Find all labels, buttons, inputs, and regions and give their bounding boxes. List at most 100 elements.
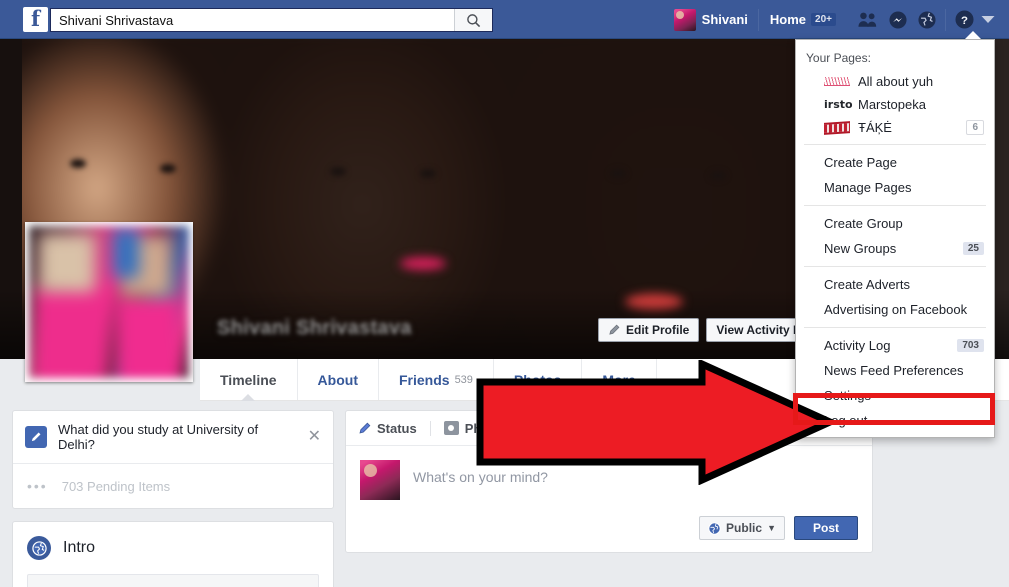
avatar (673, 8, 696, 31)
tab-friends-count: 539 (454, 373, 473, 386)
post-button[interactable]: Post (793, 516, 858, 540)
menu-item-new-groups[interactable]: New Groups 25 (796, 236, 994, 261)
composer-tab-photo-video[interactable]: Photo / Video (429, 420, 561, 436)
menu-item-label: Create Adverts (824, 277, 910, 292)
nav-help-and-account: ? (955, 10, 1001, 29)
globe-icon (708, 521, 721, 535)
home-badge: 20+ (811, 13, 836, 26)
svg-text:?: ? (961, 15, 968, 27)
pencil-square-icon (25, 426, 47, 448)
menu-item-label: Activity Log (824, 338, 891, 353)
page-name: ŦÁĶĖ (858, 120, 892, 135)
your-pages-label: Your Pages: (806, 51, 871, 65)
tab-timeline[interactable]: Timeline (200, 359, 298, 401)
search-icon[interactable] (454, 9, 492, 31)
facebook-top-navigation-bar: f Shivani Home 20+ (0, 0, 1009, 39)
nav-home-label: Home (769, 12, 807, 27)
menu-item-create-page[interactable]: Create Page (796, 150, 994, 175)
facebook-logo-icon[interactable]: f (23, 7, 48, 32)
menu-item-label: Create Page (824, 155, 897, 170)
composer-body: What's on your mind? (346, 446, 872, 506)
menu-item-label: Create Group (824, 216, 903, 231)
notifications-globe-icon[interactable] (918, 10, 936, 29)
search-input[interactable] (51, 9, 454, 31)
menu-item-label: Log out (824, 413, 868, 428)
tab-photos[interactable]: Photos (494, 359, 583, 400)
decor-eye (610, 169, 626, 178)
study-prompt-row[interactable]: What did you study at University of Delh… (13, 411, 333, 464)
top-nav-right: Shivani Home 20+ ? (670, 0, 1001, 39)
intro-field-placeholder[interactable] (27, 574, 319, 587)
profile-picture-image (29, 226, 189, 378)
page-count-badge: 6 (966, 120, 984, 135)
decor-lips (400, 257, 446, 270)
prompt-card: What did you study at University of Delh… (12, 410, 334, 509)
camera-icon (443, 421, 459, 435)
decor-eye (330, 167, 346, 176)
globe-icon (27, 536, 51, 560)
menu-item-create-group[interactable]: Create Group (796, 211, 994, 236)
help-icon[interactable]: ? (955, 10, 974, 29)
nav-home-link[interactable]: Home 20+ (762, 8, 844, 31)
dropdown-page-take[interactable]: ŦÁĶĖ 6 (796, 116, 994, 139)
composer-tab-status[interactable]: Status (358, 421, 430, 436)
composer-footer: Public ▼ Post (346, 506, 872, 552)
menu-item-settings[interactable]: Settings (796, 383, 994, 408)
menu-item-advertising-on-facebook[interactable]: Advertising on Facebook (796, 297, 994, 322)
friend-requests-icon[interactable] (858, 11, 878, 28)
menu-item-label: New Groups (824, 241, 897, 256)
profile-picture[interactable] (25, 222, 193, 382)
menu-item-label: Settings (824, 388, 871, 403)
menu-item-create-adverts[interactable]: Create Adverts (796, 272, 994, 297)
composer-input[interactable]: What's on your mind? (413, 460, 548, 485)
menu-item-manage-pages[interactable]: Manage Pages (796, 175, 994, 200)
dropdown-page-all-about-yuh[interactable]: All about yuh (796, 70, 994, 93)
intro-title: Intro (63, 539, 96, 556)
dropdown-pointer-caret-icon (965, 31, 981, 39)
new-groups-badge: 25 (962, 242, 984, 255)
post-button-label: Post (812, 521, 839, 535)
composer-tab-status-label: Status (377, 420, 417, 436)
dropdown-page-marstopeka[interactable]: irsto Marstopeka (796, 93, 994, 116)
pending-items-text: 703 Pending Items (61, 478, 171, 494)
tab-more[interactable]: More (582, 359, 657, 400)
menu-divider (804, 266, 986, 267)
composer-tab-photo-label: Photo / Video (464, 420, 548, 436)
menu-divider (804, 205, 986, 206)
page-thumbnail-icon: irsto (824, 98, 853, 111)
nav-profile-link[interactable]: Shivani (670, 6, 755, 34)
nav-icon-group (858, 10, 936, 29)
decor-eye (160, 164, 176, 173)
decor-eye (420, 169, 436, 178)
tab-about[interactable]: About (298, 359, 379, 400)
menu-divider (804, 327, 986, 328)
menu-item-news-feed-preferences[interactable]: News Feed Preferences (796, 358, 994, 383)
privacy-label: Public (726, 521, 763, 535)
status-composer: Status Photo / Video What's on your mind… (345, 410, 873, 553)
tab-about-label: About (317, 371, 358, 388)
composer-tabs: Status Photo / Video (346, 411, 872, 446)
messenger-icon[interactable] (889, 10, 907, 29)
account-dropdown-caret-icon[interactable] (981, 15, 995, 24)
edit-profile-button[interactable]: Edit Profile (597, 318, 700, 342)
tab-photos-label: Photos (513, 371, 562, 388)
menu-item-activity-log[interactable]: Activity Log 703 (796, 333, 994, 358)
nav-divider (945, 8, 946, 31)
privacy-selector[interactable]: Public ▼ (699, 516, 785, 540)
profile-name: Shivani Shrivastava (217, 317, 412, 339)
page-thumbnail-icon (824, 120, 850, 135)
tab-active-indicator (241, 394, 256, 401)
close-icon[interactable]: ✕ (308, 429, 321, 445)
intro-card: Intro (12, 521, 334, 587)
pencil-icon (359, 422, 371, 434)
tab-friends-label: Friends (398, 371, 450, 388)
menu-item-log-out[interactable]: Log out (796, 408, 994, 433)
search-box (50, 8, 493, 32)
pending-items-row[interactable]: ••• 703 Pending Items (13, 464, 333, 508)
activity-log-badge: 703 (957, 339, 984, 352)
tab-friends[interactable]: Friends 539 (379, 359, 494, 400)
menu-item-label: Manage Pages (824, 180, 912, 195)
tab-more-label: More (602, 371, 636, 388)
avatar (360, 460, 400, 500)
intro-header: Intro (13, 522, 333, 570)
